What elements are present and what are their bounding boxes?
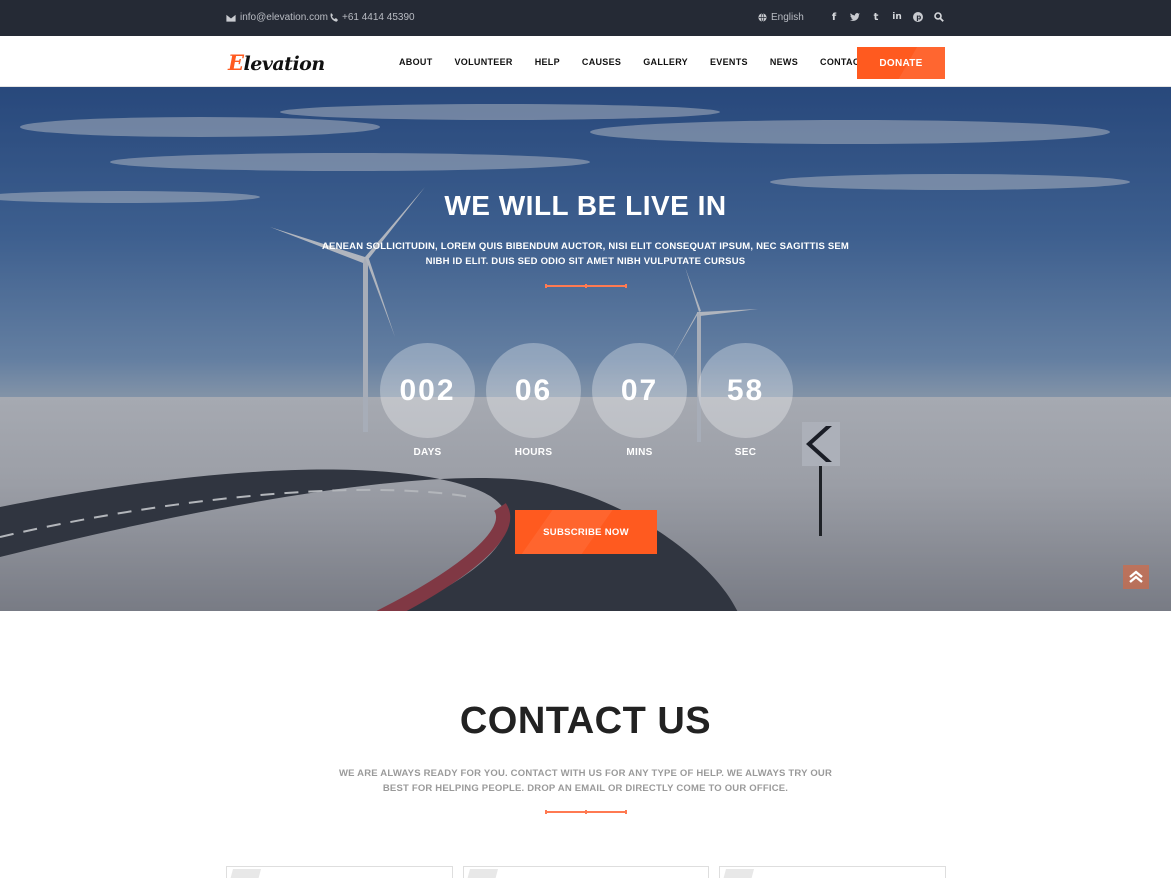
language-selector[interactable]: English xyxy=(758,12,804,23)
svg-text:p: p xyxy=(916,14,921,22)
countdown-sec: 58 SEC xyxy=(698,343,793,458)
countdown-mins-label: MINS xyxy=(626,447,653,458)
contact-title: CONTACT US xyxy=(459,700,712,742)
contact-subtitle: WE ARE ALWAYS READY FOR YOU. CONTACT WIT… xyxy=(338,768,833,794)
logo-text: levation xyxy=(243,53,326,75)
contact-card xyxy=(226,866,453,878)
countdown-sec-value: 58 xyxy=(698,343,793,438)
phone-text: +61 4414 45390 xyxy=(342,12,415,23)
search-icon[interactable] xyxy=(934,11,944,23)
contact-cards xyxy=(226,866,946,878)
nav-about[interactable]: ABOUT xyxy=(399,57,433,67)
countdown-hours: 06 HOURS xyxy=(486,343,581,458)
email-contact[interactable]: info@elevation.com xyxy=(226,12,328,23)
facebook-icon[interactable]: f xyxy=(829,11,839,23)
hero-title: WE WILL BE LIVE IN xyxy=(444,190,727,221)
donate-button[interactable]: DONATE xyxy=(857,47,945,79)
countdown-days: 002 DAYS xyxy=(380,343,475,458)
pinterest-icon[interactable]: p xyxy=(913,11,923,23)
main-nav: ABOUT VOLUNTEER HELP CAUSES GALLERY EVEN… xyxy=(399,57,887,67)
contact-card xyxy=(463,866,709,878)
hero-section: WE WILL BE LIVE IN AENEAN SOLLICITUDIN, … xyxy=(0,87,1171,611)
countdown: 002 DAYS 06 HOURS 07 MINS 58 SEC xyxy=(380,343,793,458)
countdown-mins: 07 MINS xyxy=(592,343,687,458)
hero-divider xyxy=(545,284,627,288)
email-text: info@elevation.com xyxy=(240,12,328,23)
countdown-days-value: 002 xyxy=(380,343,475,438)
topbar: info@elevation.com +61 4414 45390 Englis… xyxy=(0,0,1171,36)
contact-divider xyxy=(545,810,627,814)
tumblr-icon[interactable]: t xyxy=(871,11,881,23)
envelope-icon xyxy=(226,13,236,22)
social-links: f t in p xyxy=(829,11,944,23)
globe-icon xyxy=(758,13,767,22)
phone-contact[interactable]: +61 4414 45390 xyxy=(330,12,415,23)
nav-volunteer[interactable]: VOLUNTEER xyxy=(455,57,513,67)
scroll-to-top-button[interactable] xyxy=(1123,565,1149,589)
logo-initial: E xyxy=(228,50,244,75)
language-label: English xyxy=(771,12,804,23)
nav-causes[interactable]: CAUSES xyxy=(582,57,621,67)
nav-gallery[interactable]: GALLERY xyxy=(643,57,688,67)
nav-events[interactable]: EVENTS xyxy=(710,57,748,67)
nav-news[interactable]: NEWS xyxy=(770,57,798,67)
main-header: Elevation ABOUT VOLUNTEER HELP CAUSES GA… xyxy=(0,36,1171,87)
contact-card xyxy=(719,866,946,878)
countdown-days-label: DAYS xyxy=(413,447,442,458)
phone-icon xyxy=(330,13,338,22)
donate-label: DONATE xyxy=(879,57,923,69)
double-chevron-up-icon xyxy=(1129,570,1143,583)
countdown-mins-value: 07 xyxy=(592,343,687,438)
countdown-hours-value: 06 xyxy=(486,343,581,438)
twitter-icon[interactable] xyxy=(850,11,860,23)
subscribe-label: SUBSCRIBE NOW xyxy=(543,526,629,538)
logo[interactable]: Elevation xyxy=(228,50,325,75)
countdown-hours-label: HOURS xyxy=(514,447,553,458)
subscribe-button[interactable]: SUBSCRIBE NOW xyxy=(515,510,657,554)
hero-subtitle: AENEAN SOLLICITUDIN, LOREM QUIS BIBENDUM… xyxy=(321,241,850,267)
countdown-sec-label: SEC xyxy=(734,447,757,458)
nav-help[interactable]: HELP xyxy=(535,57,560,67)
linkedin-icon[interactable]: in xyxy=(892,11,902,23)
